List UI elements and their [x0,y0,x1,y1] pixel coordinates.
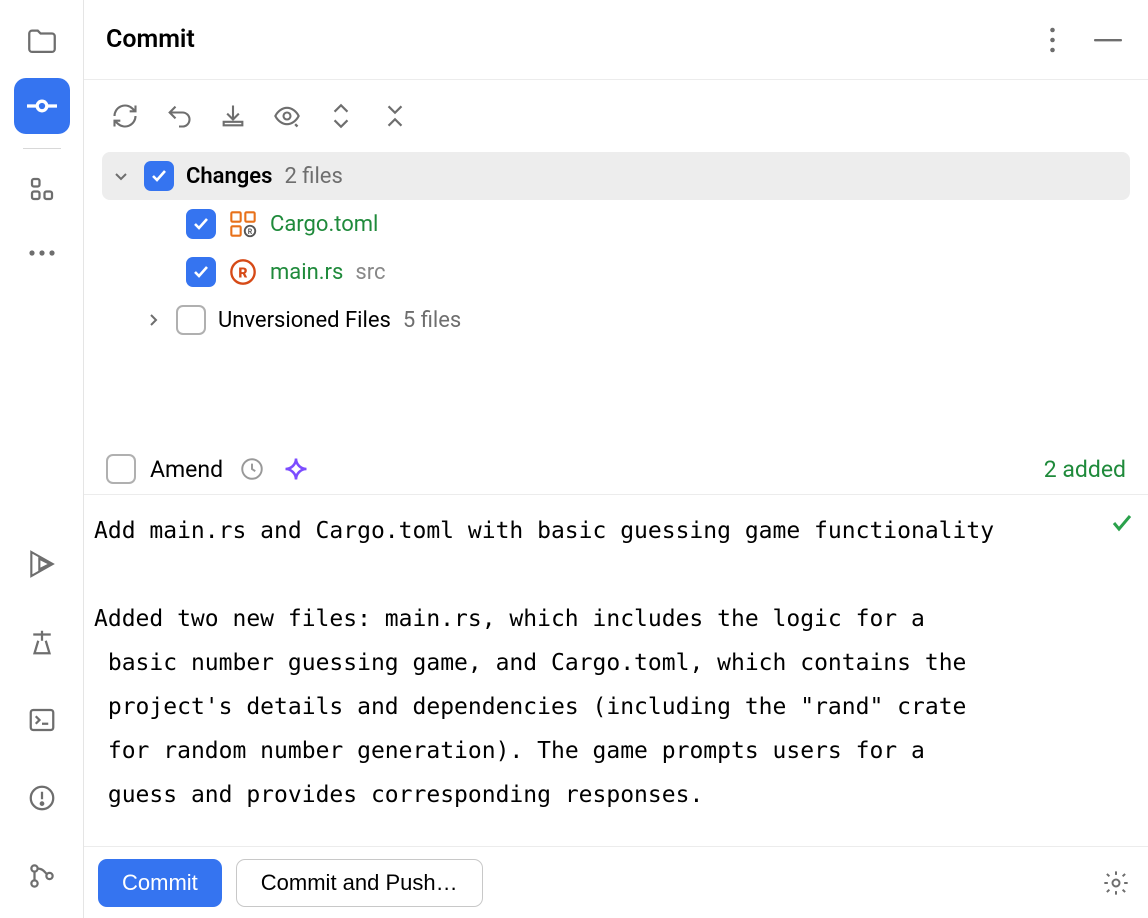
run-tool-icon[interactable] [14,536,70,592]
panel-options-icon[interactable] [1036,24,1068,56]
commit-button[interactable]: Commit [98,859,222,907]
commit-and-push-button[interactable]: Commit and Push… [236,859,483,907]
changes-group-count: 2 files [284,164,342,189]
rollback-icon[interactable] [158,95,200,137]
file-name: main.rs [270,260,343,285]
amend-bar: Amend 2 added [84,444,1148,494]
sidebar-separator [23,148,61,149]
rust-icon: R [228,257,258,287]
unversioned-group-count: 5 files [403,308,461,333]
changes-group-checkbox[interactable] [144,161,174,191]
vcs-tool-icon[interactable] [14,848,70,904]
commit-message-area: Add main.rs and Cargo.toml with basic gu… [84,494,1148,846]
unversioned-group-checkbox[interactable] [176,305,206,335]
file-checkbox-main[interactable] [186,257,216,287]
tool-sidebar [0,0,84,918]
commit-toolbar [84,80,1148,152]
file-path: src [355,260,385,285]
check-icon [1110,511,1134,535]
commit-panel: Commit [84,0,1148,918]
changes-group-row[interactable]: Changes 2 files [102,152,1130,200]
collapse-all-icon[interactable] [374,95,416,137]
gear-icon[interactable] [1098,865,1134,901]
history-icon[interactable] [237,454,267,484]
file-row-main[interactable]: R main.rs src [102,248,1130,296]
svg-text:R: R [248,228,253,236]
terminal-tool-icon[interactable] [14,692,70,748]
amend-checkbox[interactable] [106,454,136,484]
added-status: 2 added [1044,456,1126,483]
panel-header: Commit [84,0,1148,80]
changes-tree: Changes 2 files R Cargo.toml R main.rs s… [84,152,1148,344]
file-row-cargo[interactable]: R Cargo.toml [102,200,1130,248]
svg-text:R: R [238,265,247,281]
panel-title: Commit [106,25,195,54]
file-checkbox-cargo[interactable] [186,209,216,239]
refresh-icon[interactable] [104,95,146,137]
chevron-right-icon[interactable] [142,309,164,331]
changes-group-label: Changes [186,164,272,189]
problems-tool-icon[interactable] [14,770,70,826]
project-tool-icon[interactable] [14,14,70,70]
unversioned-group-row[interactable]: Unversioned Files 5 files [102,296,1130,344]
commit-footer: Commit Commit and Push… [84,846,1148,918]
commit-message-input[interactable]: Add main.rs and Cargo.toml with basic gu… [94,509,1126,817]
more-tool-icon[interactable] [14,225,70,281]
chevron-down-icon[interactable] [110,165,132,187]
preview-diff-icon[interactable] [266,95,308,137]
unversioned-group-label: Unversioned Files [218,308,391,333]
file-name: Cargo.toml [270,212,378,237]
structure-tool-icon[interactable] [14,161,70,217]
shelve-icon[interactable] [212,95,254,137]
panel-minimize-icon[interactable] [1092,24,1124,56]
ai-generate-icon[interactable] [281,454,311,484]
commit-tool-icon[interactable] [14,78,70,134]
cargo-icon: R [228,209,258,239]
amend-label: Amend [150,456,223,483]
build-tool-icon[interactable] [14,614,70,670]
expand-all-icon[interactable] [320,95,362,137]
